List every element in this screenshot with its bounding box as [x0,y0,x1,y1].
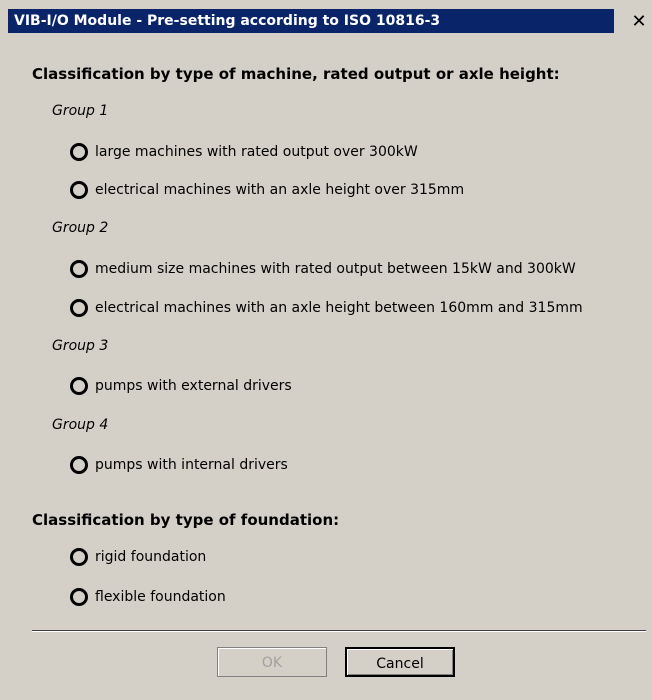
radio-option-group3-pumps-external[interactable]: pumps with external drivers [70,376,292,396]
ok-button[interactable]: OK [217,647,327,677]
group-4-label: Group 4 [52,417,109,433]
radio-option-rigid-foundation[interactable]: rigid foundation [70,547,206,567]
radio-icon[interactable] [70,377,88,395]
radio-label: pumps with internal drivers [95,457,288,473]
radio-icon[interactable] [70,456,88,474]
radio-icon[interactable] [70,299,88,317]
radio-option-group1-electrical-machines[interactable]: electrical machines with an axle height … [70,180,464,200]
close-icon[interactable]: ✕ [628,12,650,32]
group-2-label: Group 2 [52,220,109,236]
radio-label: electrical machines with an axle height … [95,182,465,198]
radio-option-group4-pumps-internal[interactable]: pumps with internal drivers [70,455,288,475]
cancel-button[interactable]: Cancel [345,647,455,677]
radio-option-group1-large-machines[interactable]: large machines with rated output over 30… [70,142,418,162]
radio-icon[interactable] [70,181,88,199]
radio-label: flexible foundation [95,589,226,605]
radio-label: pumps with external drivers [95,378,292,394]
radio-label: medium size machines with rated output b… [95,261,576,277]
radio-icon[interactable] [70,260,88,278]
radio-option-group2-electrical-machines[interactable]: electrical machines with an axle height … [70,298,583,318]
radio-label: electrical machines with an axle height … [95,300,583,316]
title-bar-highlight: VIB-I/O Module - Pre-setting according t… [8,9,614,33]
radio-icon[interactable] [70,588,88,606]
radio-icon[interactable] [70,143,88,161]
radio-option-flexible-foundation[interactable]: flexible foundation [70,587,226,607]
title-bar: VIB-I/O Module - Pre-setting according t… [0,0,652,40]
radio-label: large machines with rated output over 30… [95,144,418,160]
divider [32,630,646,632]
radio-label: rigid foundation [95,549,207,565]
radio-icon[interactable] [70,548,88,566]
group-3-label: Group 3 [52,338,109,354]
window-title: VIB-I/O Module - Pre-setting according t… [14,13,441,29]
foundation-classification-heading: Classification by type of foundation: [32,511,340,529]
group-1-label: Group 1 [52,103,109,119]
machine-classification-heading: Classification by type of machine, rated… [32,65,560,83]
radio-option-group2-medium-machines[interactable]: medium size machines with rated output b… [70,259,576,279]
